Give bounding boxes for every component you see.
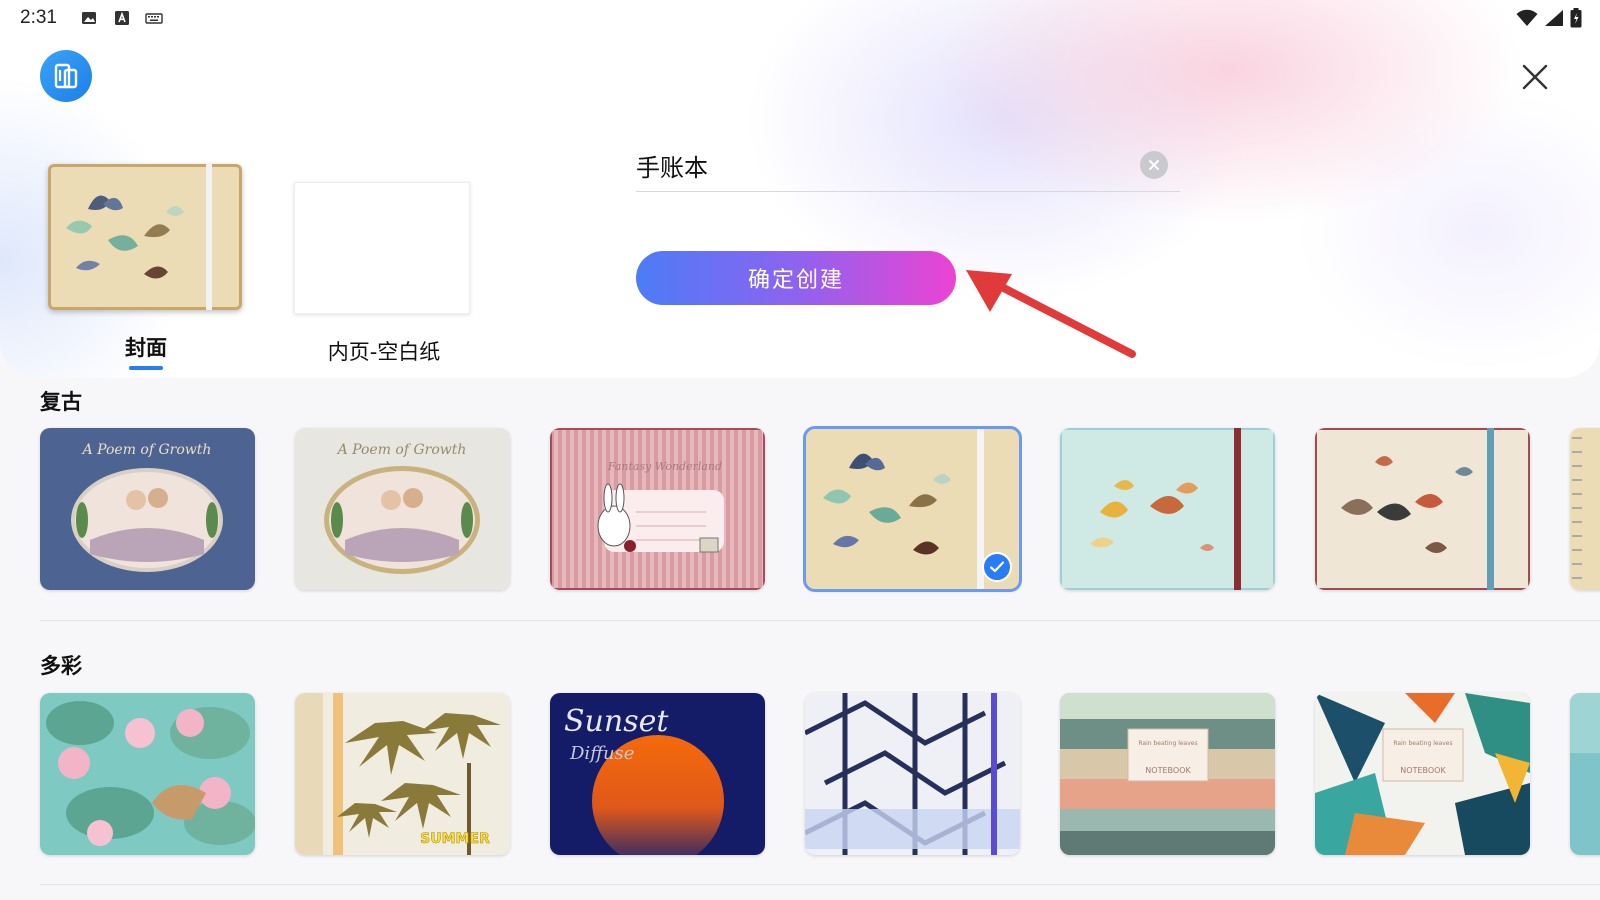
cover-card-partial[interactable]	[1570, 428, 1600, 590]
image-icon	[82, 12, 96, 24]
selected-check-badge	[982, 552, 1012, 582]
keyboard-icon	[145, 13, 163, 24]
tab-cover[interactable]: 封面	[48, 164, 244, 370]
section-divider	[40, 620, 1600, 621]
card-title-text: NOTEBOOK	[1145, 766, 1191, 775]
card-title-text: A Poem of Growth	[336, 442, 467, 458]
annotation-arrow-icon	[966, 270, 1136, 358]
cover-card-butterfly-beige[interactable]	[803, 426, 1022, 592]
card-subtitle-text: Diffuse	[569, 743, 634, 764]
card-title-text: A Poem of Growth	[81, 442, 212, 458]
tab-inner-page[interactable]: 内页-空白纸	[294, 182, 474, 366]
card-title-text: SUMMER	[420, 831, 490, 847]
cover-card-architecture-white[interactable]	[805, 693, 1020, 855]
header-panel: 2:31 封面 内页-空白纸 手账本 确定创建	[0, 0, 1600, 378]
cover-card-fantasy-wonderland[interactable]: Fantasy Wonderland	[550, 428, 765, 590]
cover-card-poem-blue[interactable]: A Poem of Growth	[40, 428, 255, 590]
cover-card-wood-notebook[interactable]: Rain beating leaves NOTEBOOK	[1060, 693, 1275, 855]
tab-active-indicator	[129, 366, 163, 370]
status-time: 2:31	[20, 7, 57, 28]
cover-card-partial[interactable]	[1570, 693, 1600, 855]
notebook-name-input[interactable]	[636, 146, 1116, 184]
notebook-name-field	[636, 140, 1180, 192]
tab-cover-label: 封面	[125, 336, 167, 360]
cover-card-lotus-pond[interactable]	[40, 693, 255, 855]
tab-inner-page-label: 内页-空白纸	[327, 340, 441, 364]
clear-input-button[interactable]	[1140, 151, 1168, 179]
card-title-text: NOTEBOOK	[1400, 766, 1446, 775]
section-title-retro: 复古	[40, 390, 82, 414]
card-title-text: Sunset	[564, 704, 669, 739]
cover-row-colorful: SUMMER Sunset Diffuse Rain beating leave…	[40, 693, 1600, 855]
app-switch-button[interactable]	[40, 50, 92, 102]
card-subtitle-text: Rain beating leaves	[1138, 740, 1197, 747]
battery-icon	[1570, 8, 1582, 28]
clear-icon	[1149, 160, 1159, 170]
signal-icon	[1545, 10, 1563, 26]
close-icon[interactable]	[1518, 60, 1552, 94]
status-bar: 2:31	[0, 0, 1600, 36]
text-a-icon	[115, 11, 129, 25]
notebook-switch-icon	[54, 63, 78, 89]
check-icon	[989, 561, 1005, 573]
card-title-text: Fantasy Wonderland	[607, 460, 722, 473]
cover-card-butterfly-mint[interactable]	[1060, 428, 1275, 590]
card-subtitle-text: Rain beating leaves	[1393, 740, 1452, 747]
cover-preview-thumbnail	[48, 164, 242, 310]
cover-card-tropical-leaves[interactable]: Rain beating leaves NOTEBOOK	[1315, 693, 1530, 855]
cover-card-sunset-diffuse[interactable]: Sunset Diffuse	[550, 693, 765, 855]
cover-card-palm-summer[interactable]: SUMMER	[295, 693, 510, 855]
cover-row-retro: A Poem of Growth A Poem of Growth Fantas…	[40, 426, 1600, 592]
inner-page-preview-thumbnail	[294, 182, 470, 314]
cover-card-butterfly-cream[interactable]	[1315, 428, 1530, 590]
section-divider	[40, 884, 1600, 885]
cover-card-poem-white[interactable]: A Poem of Growth	[295, 428, 510, 590]
wifi-icon	[1516, 9, 1538, 26]
section-title-colorful: 多彩	[40, 654, 82, 678]
confirm-create-button[interactable]: 确定创建	[636, 251, 956, 305]
